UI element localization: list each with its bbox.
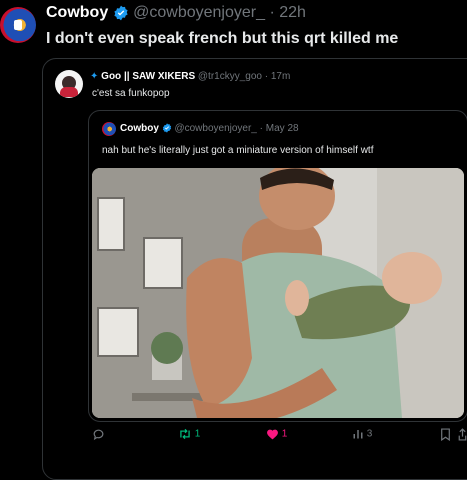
quote-dot: · (264, 71, 269, 82)
nested-handle[interactable]: @cowboyenjoyer_ (174, 123, 256, 134)
nested-quote-header: Cowboy @cowboyenjoyer_ · May 28 (120, 123, 299, 134)
nested-display-name[interactable]: Cowboy (120, 123, 159, 134)
retweet-count: 1 (194, 428, 201, 440)
butterfly-icon: ✦ (90, 71, 99, 82)
outer-avatar[interactable] (0, 7, 36, 43)
outer-tweet-text: I don't even speak french but this qrt k… (46, 30, 399, 47)
nested-quote-photo[interactable] (92, 168, 464, 418)
quote-avatar[interactable] (55, 70, 83, 98)
outer-tweet-header: Cowboy @cowboyenjoyer_ · 22h (46, 4, 306, 22)
outer-time[interactable]: 22h (279, 4, 306, 21)
retweet-icon (178, 428, 192, 440)
quote-time[interactable]: 17m (271, 71, 290, 82)
like-count: 1 (281, 428, 288, 440)
nested-quote-text: nah but he's literally just got a miniat… (102, 145, 374, 156)
outer-handle[interactable]: @cowboyenjoyer_ (133, 4, 265, 21)
outer-display-name[interactable]: Cowboy (46, 4, 108, 21)
reply-icon[interactable] (92, 428, 105, 441)
views-count: 3 (366, 428, 373, 440)
quote-tweet-text: c'est sa funkopop (92, 88, 170, 99)
verified-badge-icon (113, 5, 129, 21)
bookmark-icon[interactable] (440, 428, 451, 441)
verified-badge-icon (162, 123, 172, 133)
outer-dot: · (269, 4, 275, 21)
views-icon (352, 428, 364, 440)
like-button[interactable]: 1 (266, 428, 287, 440)
views-button[interactable]: 3 (352, 428, 372, 440)
nested-time[interactable]: May 28 (266, 123, 299, 134)
quote-display-name[interactable]: Goo || SAW XIKERS (101, 71, 195, 82)
share-icon[interactable] (458, 428, 467, 441)
heart-icon (266, 428, 279, 440)
quote-handle[interactable]: @tr1ckyy_goo (198, 71, 262, 82)
retweet-button[interactable]: 1 (178, 428, 200, 440)
quote-tweet-header: ✦ Goo || SAW XIKERS @tr1ckyy_goo · 17m (90, 71, 290, 82)
nested-dot: · (259, 123, 263, 134)
nested-avatar[interactable] (102, 122, 116, 136)
